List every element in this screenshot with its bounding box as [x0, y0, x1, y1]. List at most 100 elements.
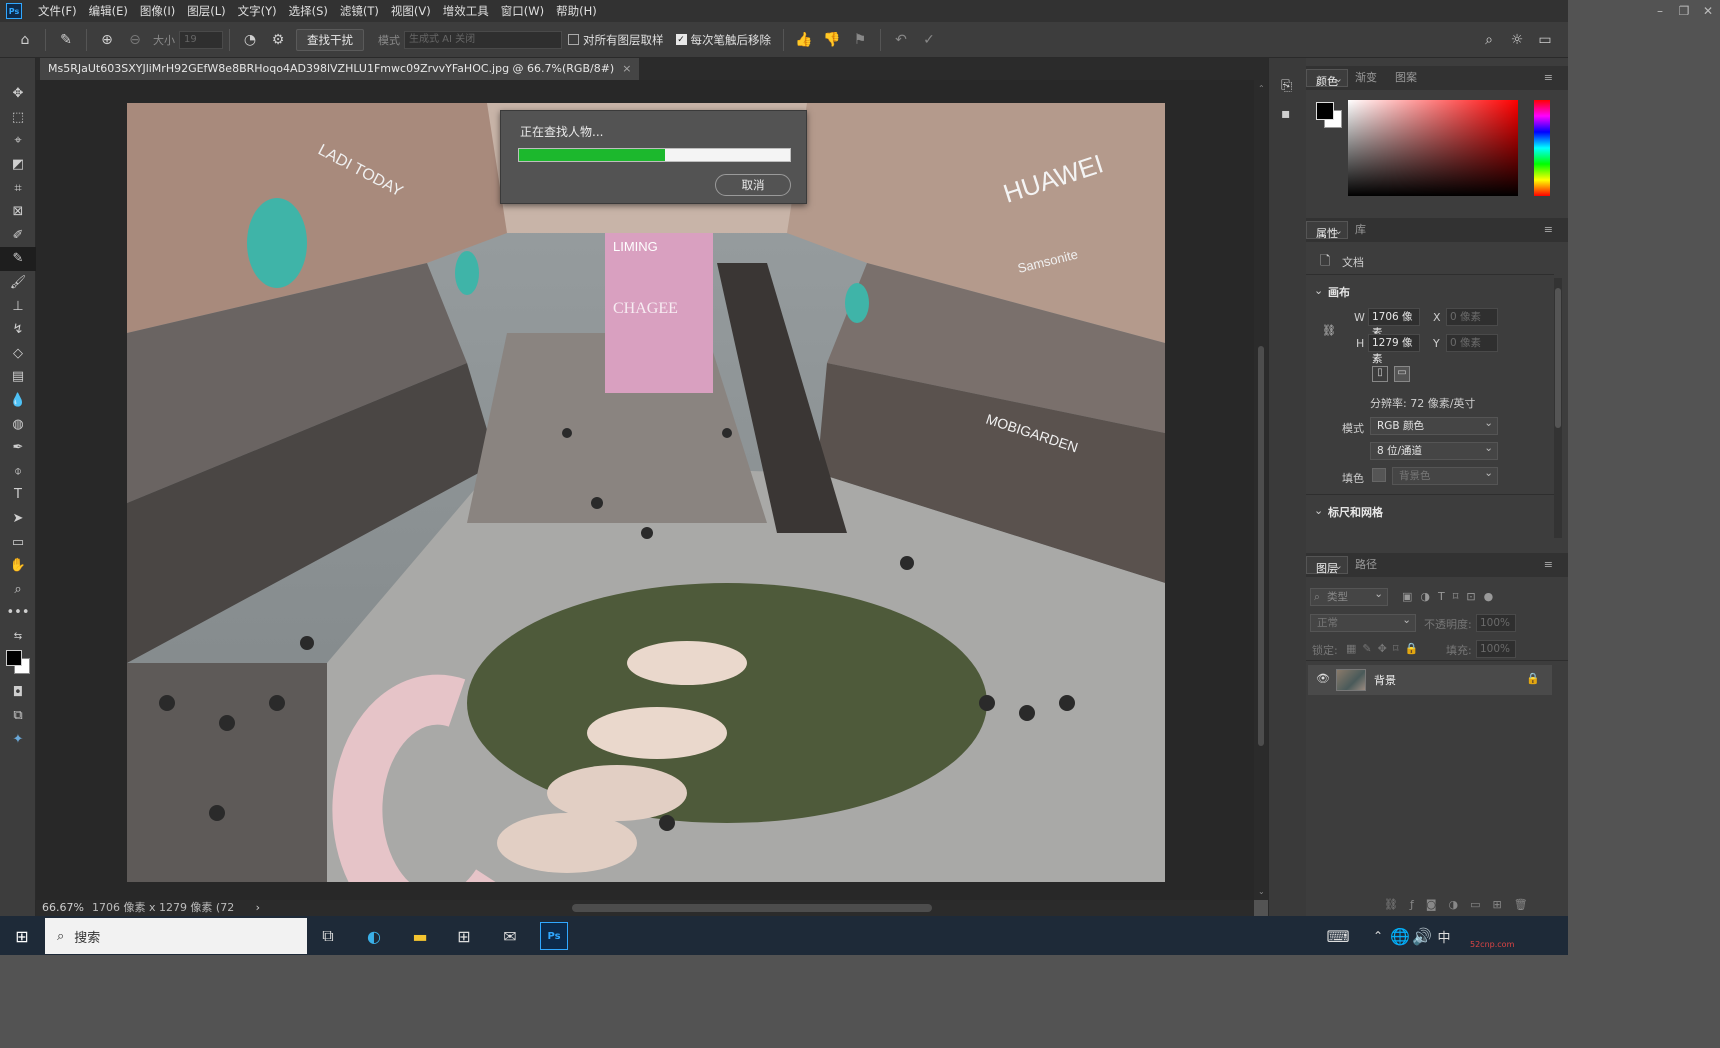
remove-after-stroke-checkbox[interactable]: ✓ 每次笔触后移除	[675, 32, 771, 48]
eraser-tool-icon[interactable]: ◇	[0, 342, 36, 366]
color-picker-field[interactable]	[1348, 100, 1518, 196]
width-input[interactable]: 1706 像素	[1368, 308, 1420, 339]
marquee-tool-icon[interactable]: ⬚	[0, 106, 36, 130]
panel-menu-icon[interactable]: ≡	[1535, 66, 1562, 90]
zoom-level[interactable]: 66.67%	[42, 900, 84, 916]
tab-patterns[interactable]: 图案	[1386, 66, 1426, 90]
eye-visibility-icon[interactable]: 👁	[1316, 672, 1330, 685]
chevron-down-icon[interactable]: ⌄	[1314, 504, 1323, 517]
path-select-tool-icon[interactable]: ➤	[0, 507, 36, 531]
blend-mode-select[interactable]: 正常	[1310, 612, 1416, 632]
comments-panel-icon[interactable]: ▪	[1281, 106, 1291, 122]
menu-filter[interactable]: 滤镜(T)	[334, 0, 385, 22]
blur-tool-icon[interactable]: 💧	[0, 389, 36, 413]
tab-layers[interactable]: 图层	[1306, 554, 1348, 578]
ime-indicator[interactable]: 中	[1430, 922, 1458, 950]
quick-select-tool-icon[interactable]: ◩	[0, 153, 36, 177]
menu-image[interactable]: 图像(I)	[134, 0, 181, 22]
layer-actions-bar[interactable]: ⛓ƒ◙◑▭⊞🗑	[1384, 898, 1540, 911]
panel-menu-icon[interactable]: ≡	[1535, 218, 1562, 242]
find-distractions-button[interactable]: 查找干扰	[296, 28, 364, 51]
y-input[interactable]: 0 像素	[1446, 334, 1498, 352]
undo-icon[interactable]: ↶	[890, 29, 912, 51]
windows-start-icon[interactable]: ⊞	[8, 922, 36, 950]
generative-icon[interactable]: ✦	[0, 727, 36, 751]
close-icon[interactable]: ✕	[1696, 0, 1720, 22]
task-view-icon[interactable]: ⧉	[314, 922, 342, 950]
pen-tool-alt-icon[interactable]: ⌽	[0, 460, 36, 484]
scroll-thumb[interactable]	[1555, 288, 1561, 428]
canvas-image[interactable]: LADI TODAY HUAWEI LIMING CHAGEE Samsonit…	[127, 103, 1165, 882]
menu-window[interactable]: 窗口(W)	[495, 0, 550, 22]
file-explorer-icon[interactable]: ▬	[406, 922, 434, 950]
remove-tool-icon[interactable]: ✎	[0, 247, 36, 271]
lock-icon[interactable]: 🔒	[1526, 672, 1540, 685]
foreground-color-swatch[interactable]	[6, 650, 22, 667]
layer-filter-icons[interactable]: ▣◑T⌑⊡●	[1402, 590, 1501, 603]
photoshop-taskbar-icon[interactable]: Ps	[540, 922, 568, 950]
opacity-input[interactable]: 100%	[1476, 614, 1516, 632]
fill-color-swatch[interactable]	[1372, 468, 1386, 482]
minimize-icon[interactable]: –	[1648, 0, 1672, 22]
pen-tool-icon[interactable]: ✒	[0, 436, 36, 460]
x-input[interactable]: 0 像素	[1446, 308, 1498, 326]
frame-tool-icon[interactable]: ⊠	[0, 200, 36, 224]
edge-browser-icon[interactable]: ◐	[360, 922, 388, 950]
screen-mode-icon[interactable]: ⧉	[0, 704, 36, 728]
hue-slider[interactable]	[1534, 100, 1550, 196]
height-input[interactable]: 1279 像素	[1368, 334, 1420, 365]
swap-colors-icon[interactable]: ⇆	[0, 625, 36, 649]
thumbs-down-icon[interactable]: 👎	[821, 29, 843, 51]
workspace-icon[interactable]: ▭	[1534, 29, 1556, 51]
eyedropper-tool-icon[interactable]: ✐	[0, 224, 36, 248]
layer-row-background[interactable]: 👁 背景 🔒	[1308, 665, 1552, 695]
menu-type[interactable]: 文字(Y)	[232, 0, 283, 22]
home-icon[interactable]: ⌂	[14, 29, 36, 51]
horizontal-scrollbar[interactable]	[260, 900, 1254, 916]
keyboard-icon[interactable]: ⌨	[1324, 922, 1352, 950]
foreground-color-swatch[interactable]	[1316, 102, 1334, 120]
restore-icon[interactable]: ❐	[1672, 0, 1696, 22]
bit-depth-select[interactable]: 8 位/通道	[1370, 440, 1498, 460]
commit-check-icon[interactable]: ✓	[918, 29, 940, 51]
remove-tool-icon[interactable]: ✎	[55, 29, 77, 51]
color-swatches[interactable]	[0, 648, 35, 680]
layer-name[interactable]: 背景	[1374, 672, 1396, 688]
brush-tool-icon[interactable]: 🖌	[0, 271, 36, 295]
menu-view[interactable]: 视图(V)	[385, 0, 437, 22]
link-icon[interactable]: ⛓	[1322, 324, 1336, 337]
menu-edit[interactable]: 编辑(E)	[83, 0, 134, 22]
scroll-thumb[interactable]	[1258, 346, 1264, 746]
vertical-scrollbar[interactable]: ⌃ ⌄	[1254, 80, 1268, 900]
menu-help[interactable]: 帮助(H)	[550, 0, 603, 22]
scroll-down-icon[interactable]: ⌄	[1258, 887, 1265, 896]
settings-gear-icon[interactable]: ⚙	[267, 29, 289, 51]
panel-menu-icon[interactable]: ≡	[1535, 553, 1562, 577]
lock-icons[interactable]: ▦✎✥⌑🔒	[1346, 642, 1424, 655]
search-icon[interactable]: ⌕	[1478, 29, 1500, 51]
tab-properties[interactable]: 属性	[1306, 219, 1348, 243]
history-brush-tool-icon[interactable]: ↯	[0, 318, 36, 342]
crop-tool-icon[interactable]: ⌗	[0, 176, 36, 200]
discover-light-icon[interactable]: ☼	[1506, 29, 1528, 51]
taskbar-search[interactable]: ⌕ 搜索	[45, 918, 307, 954]
sample-all-layers-checkbox[interactable]: 对所有图层取样	[568, 32, 664, 48]
chevron-down-icon[interactable]: ⌄	[1314, 284, 1323, 297]
layer-filter-select[interactable]: ⌕ 类型	[1310, 586, 1388, 606]
history-panel-icon[interactable]: ⎘	[1281, 78, 1292, 94]
tab-gradients[interactable]: 渐变	[1346, 66, 1386, 90]
portrait-orientation-icon[interactable]: ▯	[1372, 366, 1388, 382]
more-tools-icon[interactable]: •••	[0, 601, 36, 625]
document-tab[interactable]: Ms5RJaUt603SXYJliMrH92GEfW8e8BRHoqo4AD39…	[40, 58, 640, 80]
tab-libraries[interactable]: 库	[1346, 218, 1375, 242]
scroll-thumb[interactable]	[572, 904, 932, 912]
subtract-mode-icon[interactable]: ⊖	[124, 29, 146, 51]
rectangle-tool-icon[interactable]: ▭	[0, 530, 36, 554]
stamp-tool-icon[interactable]: ⊥	[0, 294, 36, 318]
tab-color[interactable]: 颜色	[1306, 67, 1348, 91]
color-mode-select[interactable]: RGB 颜色	[1370, 415, 1498, 435]
type-tool-icon[interactable]: T	[0, 483, 36, 507]
menu-select[interactable]: 选择(S)	[283, 0, 334, 22]
gradient-tool-icon[interactable]: ▤	[0, 365, 36, 389]
zoom-tool-icon[interactable]: ⌕	[0, 577, 36, 601]
